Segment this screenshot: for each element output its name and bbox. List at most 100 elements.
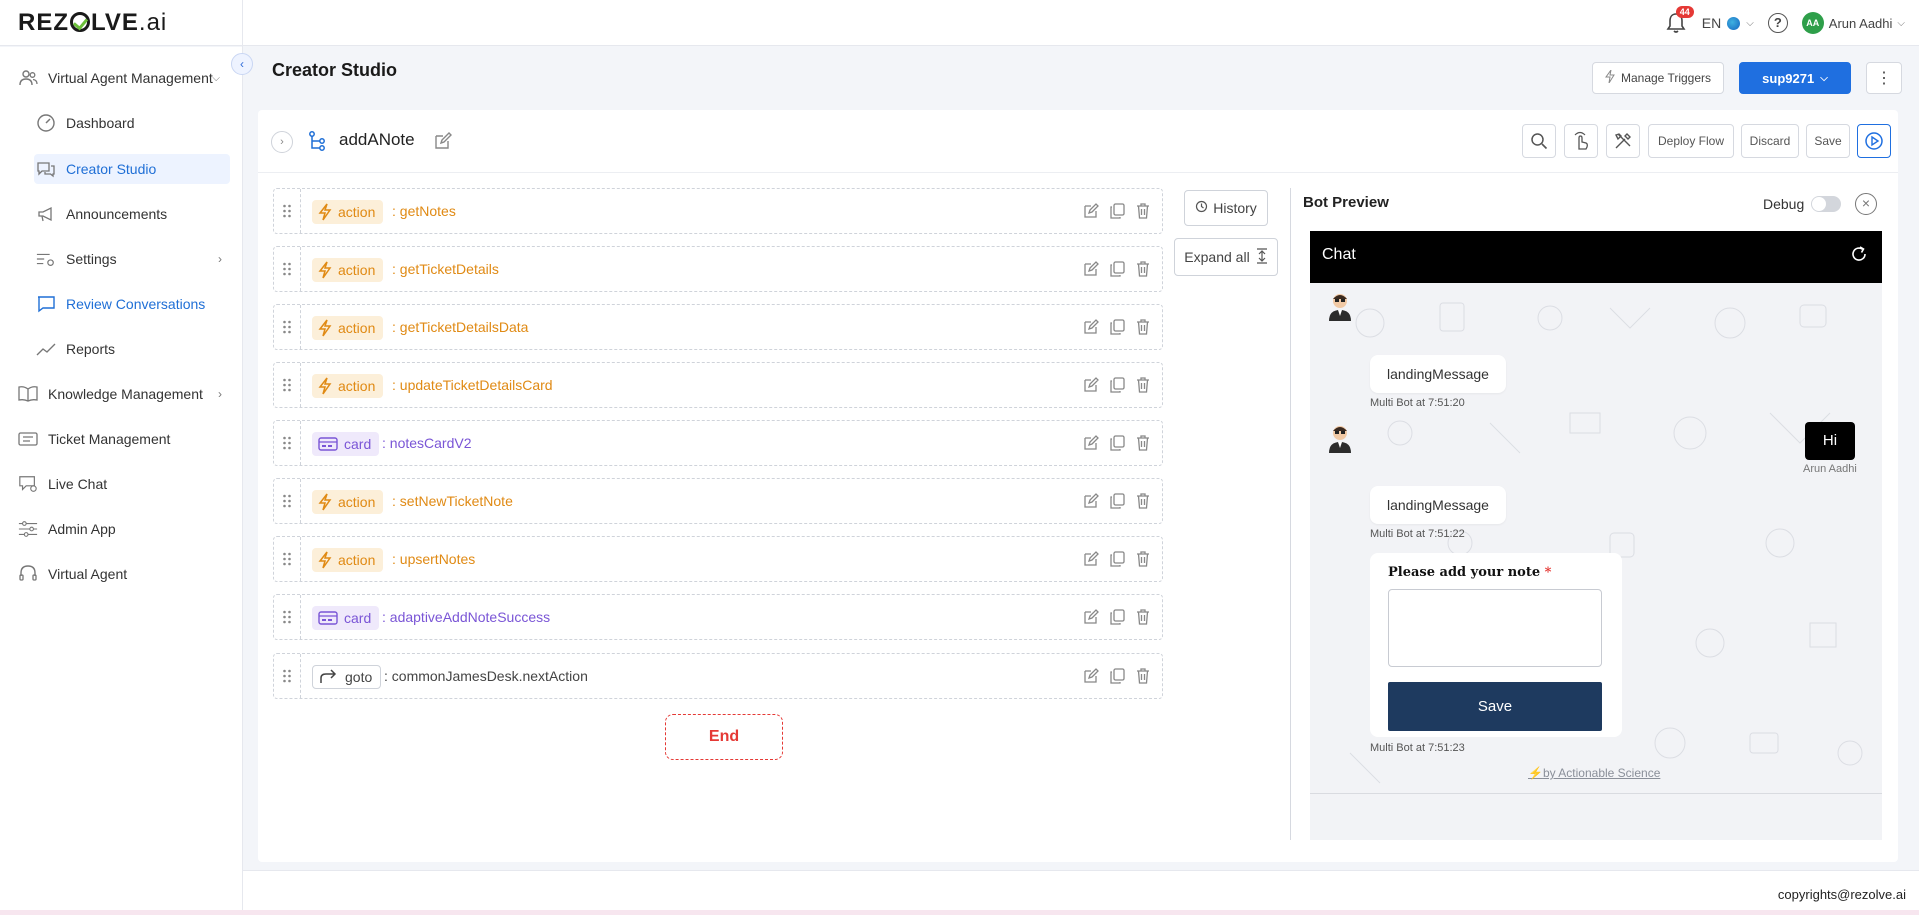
copy-icon[interactable] [1108,492,1126,510]
collapse-sidebar-button[interactable]: ‹ [231,53,253,75]
trash-icon[interactable] [1134,376,1152,394]
step-name[interactable]: : commonJamesDesk.nextAction [384,668,588,684]
copy-icon[interactable] [1108,260,1126,278]
close-icon[interactable]: × [1855,193,1877,215]
edit-icon[interactable] [1082,667,1100,685]
drag-handle-icon[interactable] [282,320,292,334]
powered-by-link[interactable]: ⚡by Actionable Science [1528,766,1660,780]
trash-icon[interactable] [1134,550,1152,568]
edit-icon[interactable] [1082,376,1100,394]
sidebar-item-ticket-management[interactable]: Ticket Management [18,424,230,454]
drag-handle-icon[interactable] [282,669,292,683]
trash-icon[interactable] [1134,434,1152,452]
user-menu[interactable]: AA Arun Aadhi ⌵ [1801,12,1905,34]
flow-step[interactable]: goto: commonJamesDesk.nextAction [273,653,1163,699]
tools-icon[interactable] [1606,124,1640,158]
notifications-bell-icon[interactable]: 44 [1666,6,1694,34]
sidebar-item-admin-app[interactable]: Admin App [18,514,230,544]
chat-input-area[interactable] [1310,793,1882,840]
edit-icon[interactable] [1082,492,1100,510]
flow-step[interactable]: card: notesCardV2 [273,420,1163,466]
discard-button[interactable]: Discard [1741,124,1799,158]
edit-icon[interactable] [1082,318,1100,336]
sidebar-item-review-conversations[interactable]: Review Conversations [34,289,230,319]
flow-step[interactable]: action: updateTicketDetailsCard [273,362,1163,408]
debug-label: Debug [1763,196,1805,212]
flow-step[interactable]: card: adaptiveAddNoteSuccess [273,594,1163,640]
sidebar-item-virtual-agent-management[interactable]: Virtual Agent Management ⌵ [18,63,230,93]
edit-flow-name-icon[interactable] [433,131,453,154]
deploy-flow-button[interactable]: Deploy Flow [1648,124,1734,158]
sidebar-item-dashboard[interactable]: Dashboard [34,108,230,138]
step-name[interactable]: : getNotes [392,203,456,219]
sidebar-item-creator-studio[interactable]: Creator Studio [34,154,230,184]
step-name[interactable]: : getTicketDetails [392,261,499,277]
note-save-button[interactable]: Save [1388,682,1602,731]
step-name[interactable]: : updateTicketDetailsCard [392,377,553,393]
sidebar-item-live-chat[interactable]: Live Chat [18,469,230,499]
step-name[interactable]: : setNewTicketNote [392,493,513,509]
flow-step[interactable]: action: getNotes [273,188,1163,234]
drag-handle-icon[interactable] [282,262,292,276]
trash-icon[interactable] [1134,492,1152,510]
step-name-text: upsertNotes [399,551,476,567]
rezolve-logo[interactable]: REZ LVE.ai [18,9,167,37]
drag-handle-icon[interactable] [282,552,292,566]
copy-icon[interactable] [1108,608,1126,626]
pointer-tool-icon[interactable] [1564,124,1598,158]
play-preview-icon[interactable] [1857,124,1891,158]
drag-handle-icon[interactable] [282,204,292,218]
refresh-icon[interactable] [1850,245,1868,268]
drag-handle-icon[interactable] [282,494,292,508]
trash-icon[interactable] [1134,260,1152,278]
edit-icon[interactable] [1082,434,1100,452]
trash-icon[interactable] [1134,608,1152,626]
copy-icon[interactable] [1108,318,1126,336]
drag-handle-icon[interactable] [282,378,292,392]
copy-icon[interactable] [1108,202,1126,220]
expand-all-button[interactable]: Expand all [1174,238,1278,276]
step-colon: : [382,609,386,625]
debug-toggle[interactable] [1811,196,1841,212]
edit-icon[interactable] [1082,550,1100,568]
sidebar-item-reports[interactable]: Reports [34,334,230,364]
save-button[interactable]: Save [1806,124,1850,158]
edit-icon[interactable] [1082,202,1100,220]
copy-icon[interactable] [1108,434,1126,452]
expand-panel-button[interactable]: › [271,131,293,153]
step-name[interactable]: : upsertNotes [392,551,475,567]
step-name[interactable]: : notesCardV2 [382,435,472,451]
sidebar-item-knowledge-management[interactable]: Knowledge Management › [18,379,230,409]
more-options-icon[interactable]: ⋮ [1866,62,1902,94]
sidebar-item-virtual-agent[interactable]: Virtual Agent [18,559,230,589]
edit-icon[interactable] [1082,608,1100,626]
sidebar-item-settings[interactable]: Settings › [34,244,230,274]
search-icon[interactable] [1522,124,1556,158]
drag-handle-icon[interactable] [282,610,292,624]
book-icon [18,384,38,404]
copy-icon[interactable] [1108,667,1126,685]
end-node[interactable]: End [665,714,783,760]
trash-icon[interactable] [1134,202,1152,220]
flow-step[interactable]: action: getTicketDetailsData [273,304,1163,350]
note-textarea[interactable] [1388,589,1602,667]
expand-all-label: Expand all [1184,249,1250,265]
step-name[interactable]: : getTicketDetailsData [392,319,528,335]
flow-step[interactable]: action: getTicketDetails [273,246,1163,292]
copy-icon[interactable] [1108,550,1126,568]
trash-icon[interactable] [1134,318,1152,336]
flow-step[interactable]: action: setNewTicketNote [273,478,1163,524]
manage-triggers-button[interactable]: Manage Triggers [1592,62,1724,94]
drag-handle-icon[interactable] [282,436,292,450]
trash-icon[interactable] [1134,667,1152,685]
step-name[interactable]: : adaptiveAddNoteSuccess [382,609,550,625]
sidebar-item-label: Virtual Agent Management [48,70,213,86]
sidebar-item-announcements[interactable]: Announcements [34,199,230,229]
history-button[interactable]: History [1184,190,1268,226]
language-selector[interactable]: EN ⌵ [1702,15,1754,31]
help-icon[interactable]: ? [1767,13,1788,33]
copy-icon[interactable] [1108,376,1126,394]
edit-icon[interactable] [1082,260,1100,278]
tenant-selector-button[interactable]: sup9271 ⌵ [1739,62,1851,94]
flow-step[interactable]: action: upsertNotes [273,536,1163,582]
